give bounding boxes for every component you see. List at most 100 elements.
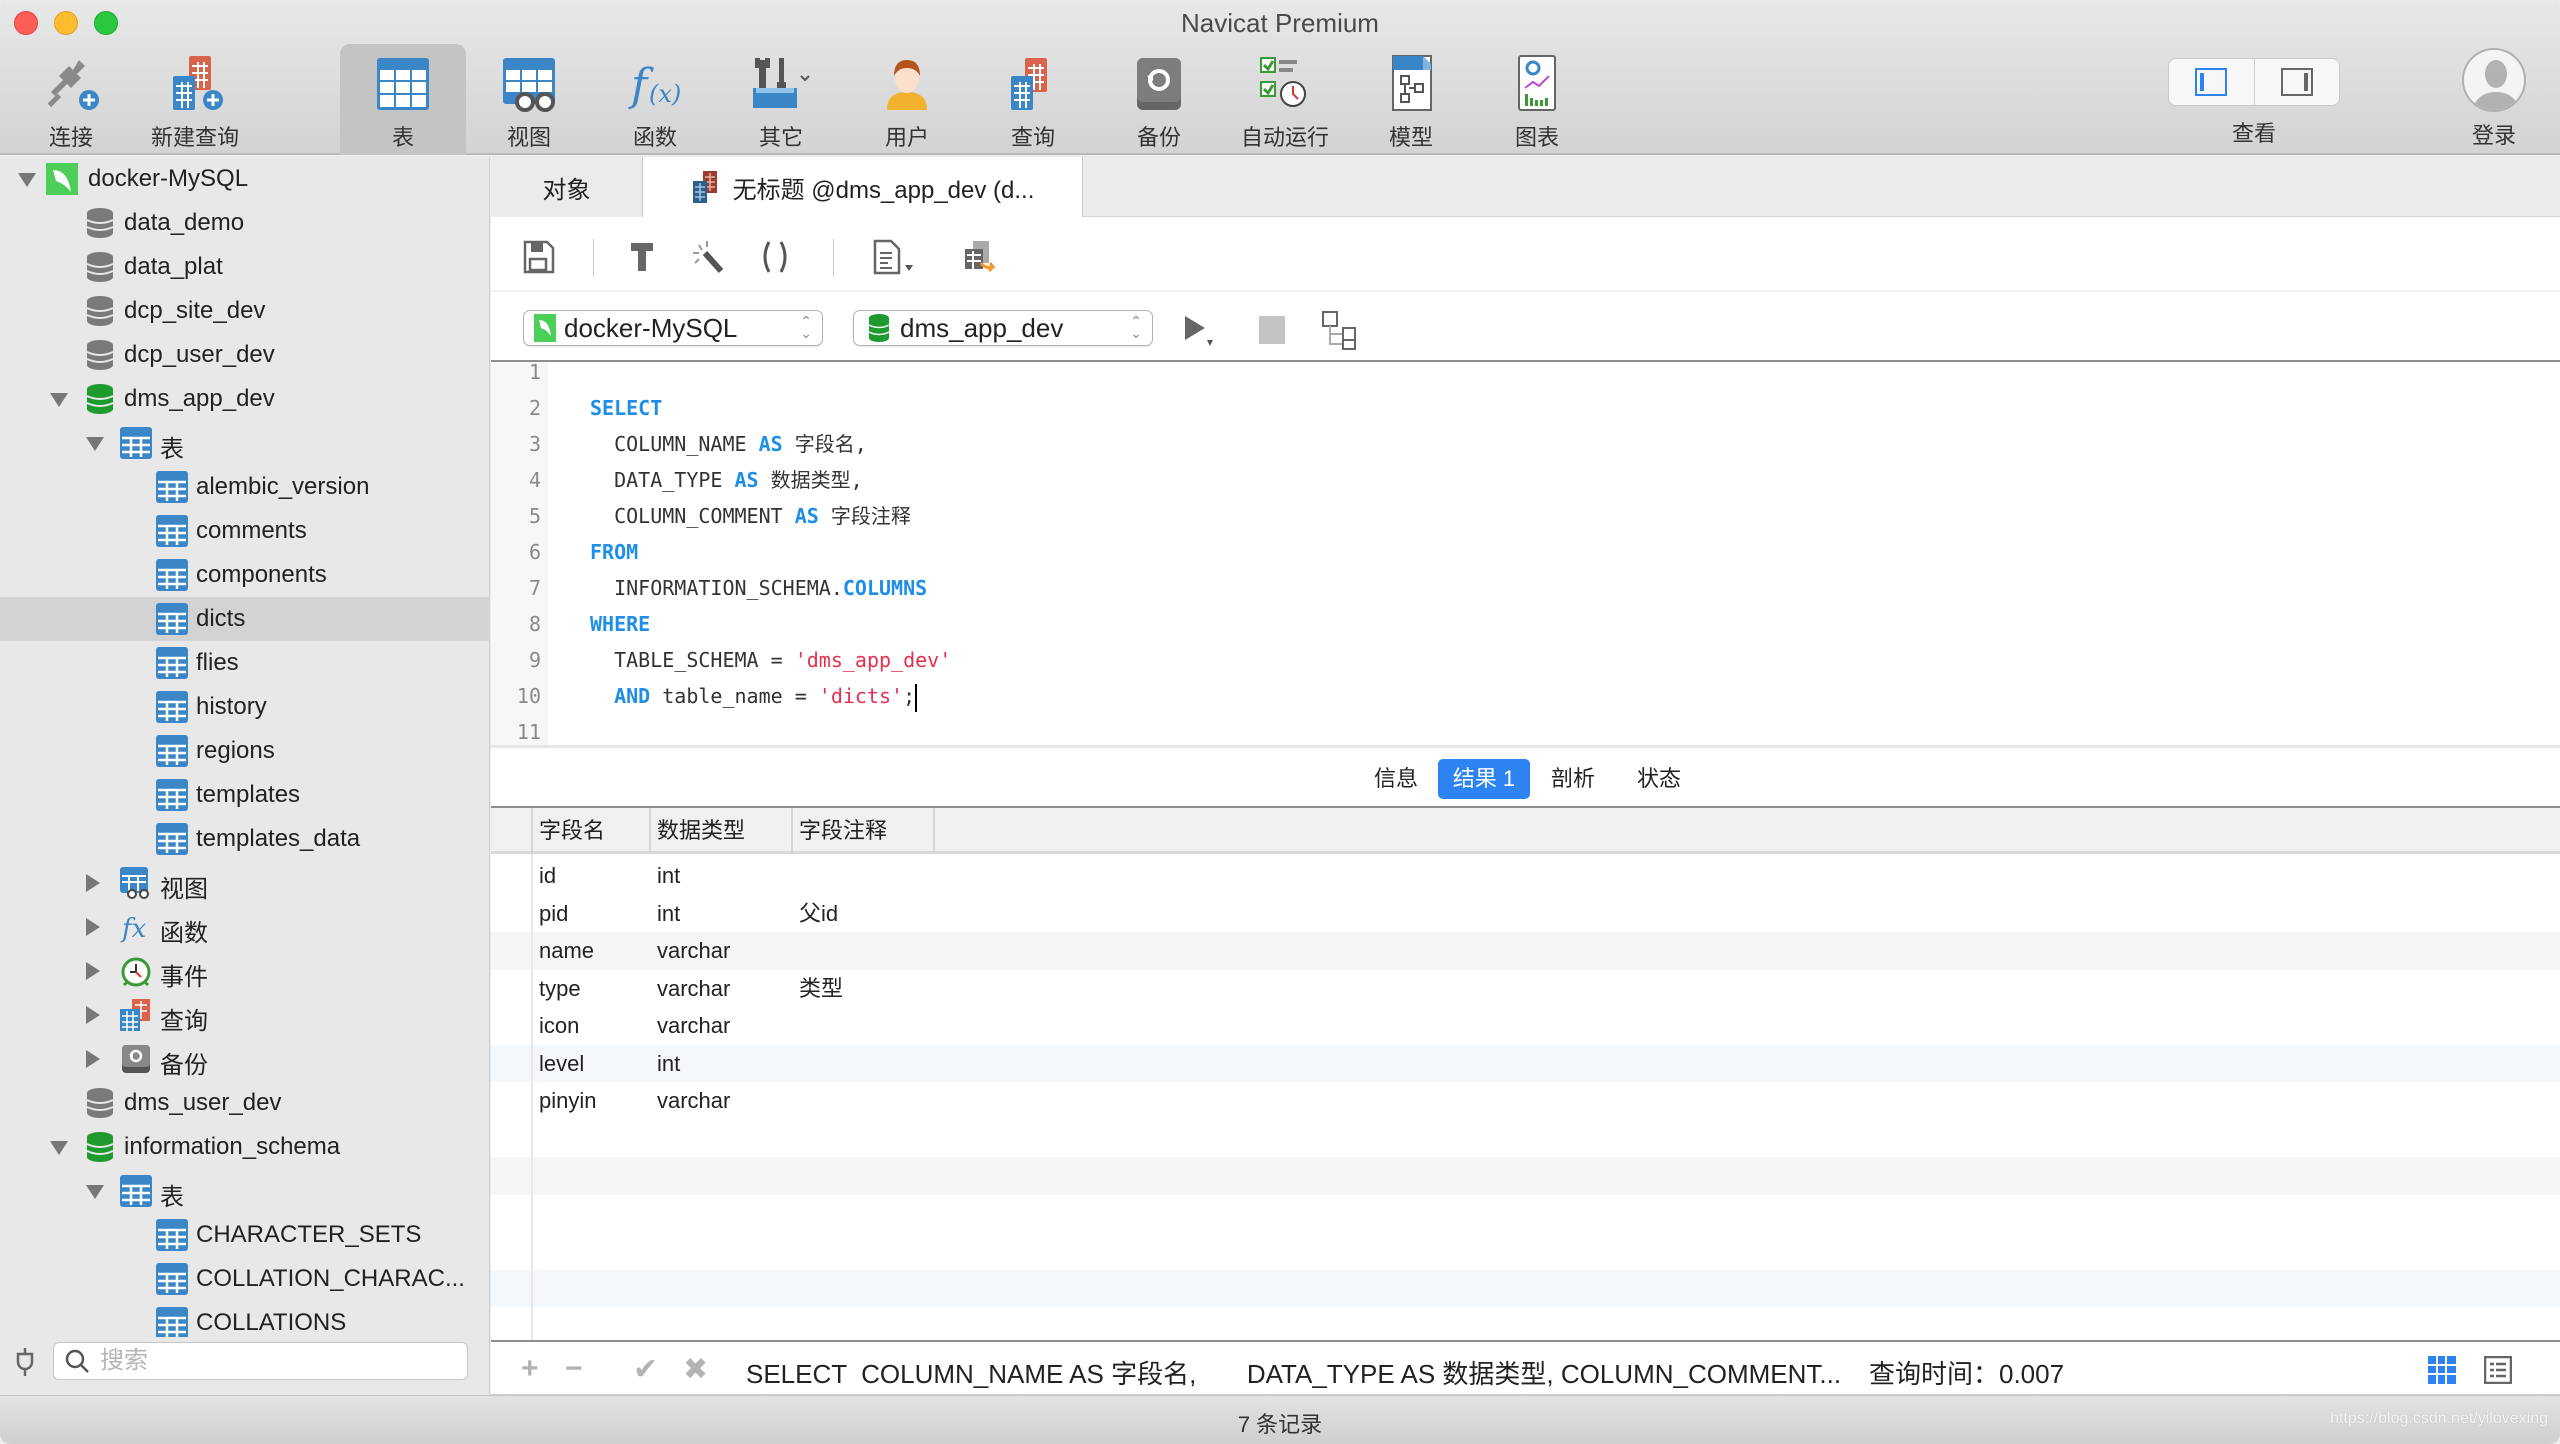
disclosure-open-icon[interactable] xyxy=(50,393,68,407)
code-line[interactable]: 11 xyxy=(491,714,2560,745)
table-cell[interactable]: 类型 xyxy=(799,970,843,1007)
empty-row[interactable] xyxy=(491,1269,2560,1307)
result-tab-info[interactable]: 信息 xyxy=(1361,759,1431,799)
form-view-icon[interactable] xyxy=(2484,1356,2512,1384)
export-result-icon[interactable] xyxy=(961,239,997,275)
table-cell[interactable]: type xyxy=(539,970,581,1007)
result-tab-profile[interactable]: 剖析 xyxy=(1538,759,1608,799)
table-row[interactable]: level int xyxy=(491,1044,2560,1082)
tree-item[interactable]: data_plat xyxy=(0,245,490,289)
toggle-sidebar-left-button[interactable] xyxy=(2169,59,2254,105)
tree-item[interactable]: regions xyxy=(0,729,490,773)
login-button[interactable]: 登录 xyxy=(2452,48,2536,150)
toolbar-connect-button[interactable]: 连接 xyxy=(8,44,134,152)
tree-item[interactable]: dcp_user_dev xyxy=(0,333,490,377)
disclosure-closed-icon[interactable] xyxy=(86,918,100,936)
tree-item[interactable]: dms_app_dev xyxy=(0,377,490,421)
tree-item[interactable]: 备份 xyxy=(0,1037,490,1081)
tree-item[interactable]: CHARACTER_SETS xyxy=(0,1213,490,1257)
save-icon[interactable] xyxy=(521,239,557,275)
tree-item[interactable]: templates_data xyxy=(0,817,490,861)
disclosure-closed-icon[interactable] xyxy=(86,962,100,980)
build-hammer-icon[interactable] xyxy=(625,239,661,275)
table-cell[interactable]: level xyxy=(539,1045,584,1082)
toolbar-model-button[interactable]: 模型 xyxy=(1348,44,1474,152)
code-line[interactable]: 4 DATA_TYPE AS 数据类型, xyxy=(491,462,2560,498)
disclosure-open-icon[interactable] xyxy=(18,173,36,187)
sidebar-search-input[interactable] xyxy=(100,1347,430,1375)
table-cell[interactable]: int xyxy=(657,1045,680,1082)
toolbar-automation-button[interactable]: 自动运行 xyxy=(1222,44,1348,152)
code-line[interactable]: 2 SELECT xyxy=(491,390,2560,426)
explain-tree-icon[interactable] xyxy=(1321,310,1361,350)
tree-item[interactable]: data_demo xyxy=(0,201,490,245)
disclosure-closed-icon[interactable] xyxy=(86,1050,100,1068)
code-line[interactable]: 6 FROM xyxy=(491,534,2560,570)
tree-item[interactable]: COLLATION_CHARAC... xyxy=(0,1257,490,1301)
database-select[interactable]: dms_app_dev ⌃ ⌄ xyxy=(853,310,1153,346)
table-cell[interactable]: id xyxy=(539,857,556,894)
table-row[interactable]: pinyin varchar xyxy=(491,1082,2560,1120)
toolbar-table-button[interactable]: 表 xyxy=(340,44,466,155)
column-header[interactable]: 字段名 xyxy=(533,808,651,854)
disclosure-open-icon[interactable] xyxy=(50,1141,68,1155)
tree-item[interactable]: 视图 xyxy=(0,861,490,905)
toolbar-other-button[interactable]: 其它 xyxy=(718,44,844,152)
code-line[interactable]: 3 COLUMN_NAME AS 字段名, xyxy=(491,426,2560,462)
beautify-wand-icon[interactable] xyxy=(691,239,727,275)
disclosure-closed-icon[interactable] xyxy=(86,874,100,892)
table-cell[interactable]: varchar xyxy=(657,932,730,969)
tree-item[interactable]: components xyxy=(0,553,490,597)
toolbar-chart-button[interactable]: 图表 xyxy=(1474,44,1600,152)
code-line[interactable]: 8 WHERE xyxy=(491,606,2560,642)
result-tab-status[interactable]: 状态 xyxy=(1624,759,1694,799)
result-tab-result-1[interactable]: 结果 1 xyxy=(1438,759,1530,799)
add-row-button[interactable]: + xyxy=(521,1352,539,1386)
code-line[interactable]: 9 TABLE_SCHEMA = 'dms_app_dev' xyxy=(491,642,2560,678)
column-header[interactable]: 字段注释 xyxy=(793,808,935,854)
disclosure-closed-icon[interactable] xyxy=(86,1006,100,1024)
disclosure-open-icon[interactable] xyxy=(86,1185,104,1199)
apply-changes-button[interactable]: ✔ xyxy=(633,1352,658,1387)
table-row[interactable]: pid int 父id xyxy=(491,895,2560,933)
tree-item[interactable]: 表 xyxy=(0,1169,490,1213)
table-row[interactable]: type varchar 类型 xyxy=(491,970,2560,1008)
snippet-document-icon[interactable] xyxy=(871,239,919,275)
stop-icon[interactable] xyxy=(1259,316,1285,344)
tree-item[interactable]: dms_user_dev xyxy=(0,1081,490,1125)
tree-item[interactable]: 事件 xyxy=(0,949,490,993)
tree-item[interactable]: fx 函数 xyxy=(0,905,490,949)
empty-row[interactable] xyxy=(491,1120,2560,1158)
tree-item[interactable]: 表 xyxy=(0,421,490,465)
empty-row[interactable] xyxy=(491,1195,2560,1233)
table-row[interactable]: name varchar xyxy=(491,932,2560,970)
code-line[interactable]: 7 INFORMATION_SCHEMA.COLUMNS xyxy=(491,570,2560,606)
tree-item[interactable]: alembic_version xyxy=(0,465,490,509)
tree-item[interactable]: 查询 xyxy=(0,993,490,1037)
table-cell[interactable]: pid xyxy=(539,895,568,932)
empty-row[interactable] xyxy=(491,1232,2560,1270)
tab-query[interactable]: 无标题 @dms_app_dev (d... xyxy=(643,157,1083,218)
table-cell[interactable]: int xyxy=(657,895,680,932)
tab-objects[interactable]: 对象 xyxy=(491,157,643,217)
table-cell[interactable]: name xyxy=(539,932,594,969)
tree-item[interactable]: information_schema xyxy=(0,1125,490,1169)
tree-item[interactable]: comments xyxy=(0,509,490,553)
table-cell[interactable]: pinyin xyxy=(539,1082,596,1119)
toolbar-query-button[interactable]: 查询 xyxy=(970,44,1096,152)
connection-select[interactable]: docker-MySQL ⌃ ⌄ xyxy=(523,310,823,346)
tree-item[interactable]: docker-MySQL xyxy=(0,157,490,201)
grid-view-icon[interactable] xyxy=(2428,1356,2456,1384)
empty-row[interactable] xyxy=(491,1157,2560,1195)
toolbar-new-query-button[interactable]: 新建查询 xyxy=(132,44,258,152)
table-cell[interactable]: icon xyxy=(539,1007,579,1044)
empty-row[interactable] xyxy=(491,1307,2560,1340)
tree-item[interactable]: flies xyxy=(0,641,490,685)
result-grid[interactable]: 字段名 数据类型 字段注释 id int pid int 父id name varchar t… xyxy=(491,808,2560,1340)
tree-item[interactable]: dcp_site_dev xyxy=(0,289,490,333)
code-line[interactable]: 5 COLUMN_COMMENT AS 字段注释 xyxy=(491,498,2560,534)
table-row[interactable]: id int xyxy=(491,857,2560,895)
code-line[interactable]: 1 xyxy=(491,362,2560,390)
table-cell[interactable]: varchar xyxy=(657,1007,730,1044)
toggle-sidebar-right-button[interactable] xyxy=(2253,59,2340,105)
